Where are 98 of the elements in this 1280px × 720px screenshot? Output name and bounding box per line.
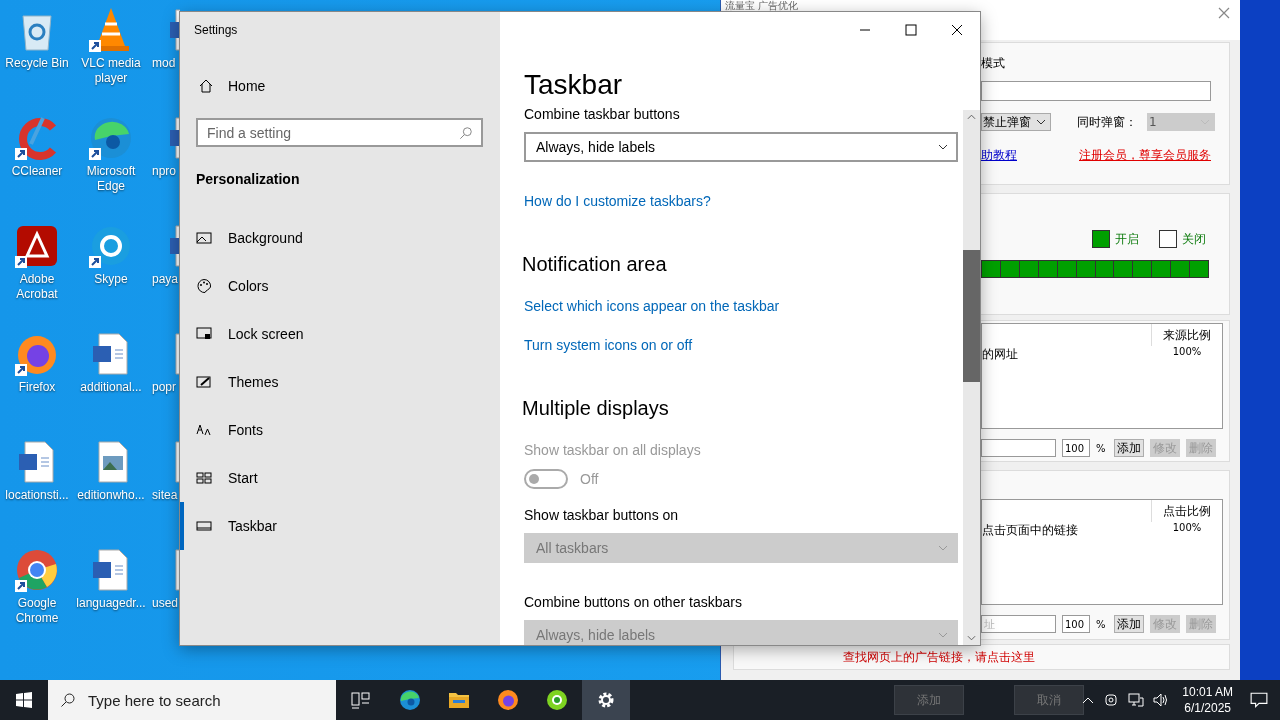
find-ads-link[interactable]: 查找网页上的广告链接，请点击这里 [843, 648, 1229, 666]
icon-label: CCleaner [10, 164, 64, 179]
chevron-down-icon [938, 545, 948, 551]
ratio-input[interactable]: 100 [1062, 439, 1090, 457]
icon-label: paya [152, 272, 179, 287]
list-cell: 的网址 [982, 346, 1018, 363]
icon-label: Adobe Acrobat [15, 272, 59, 302]
icon-label: Microsoft Edge [85, 164, 137, 194]
app-icon [398, 688, 422, 712]
checkbox-label: 关闭 [1182, 230, 1206, 248]
list-button[interactable]: 添加 [1114, 615, 1144, 633]
popup-count-select[interactable]: 1 [1147, 113, 1215, 131]
icon-label: npro [152, 164, 177, 179]
list-cell: 点击页面中的链接 [982, 522, 1078, 539]
icon-label: VLC media player [80, 56, 142, 86]
setting-label: Combine buttons on other taskbars [524, 593, 743, 612]
app-icon [545, 688, 569, 712]
chevron-up-icon[interactable] [1082, 696, 1095, 704]
icon-label: languagedr... [75, 596, 147, 611]
search-icon [60, 692, 76, 708]
icon-label: mod [152, 56, 176, 71]
url-input[interactable]: 址 [981, 615, 1056, 633]
volume-icon[interactable] [1153, 692, 1170, 708]
scroll-up-icon[interactable] [967, 114, 976, 120]
column-header: 来源比例 [1151, 324, 1222, 346]
popup-count-label: 同时弹窗： [1077, 113, 1137, 131]
lock-icon [196, 326, 212, 342]
checkbox[interactable] [1092, 230, 1110, 248]
clock[interactable]: 10:01 AM 6/1/2025 [1182, 684, 1233, 716]
icon-label: popr [152, 380, 177, 395]
camera-icon[interactable] [1103, 692, 1120, 708]
page-title: Taskbar [524, 68, 624, 102]
window-title: Settings [194, 22, 239, 39]
list-button[interactable]: 添加 [1114, 439, 1144, 457]
nav-item[interactable]: Fonts [180, 406, 500, 454]
icon-label: Recycle Bin [4, 56, 70, 71]
column-header: 点击比例 [1151, 500, 1222, 522]
themes-icon [196, 374, 212, 390]
home-icon [198, 78, 214, 94]
nav-item[interactable]: Colors [180, 262, 500, 310]
window-title: 流量宝 广告优化 [725, 0, 799, 11]
icon-label: sitea [152, 488, 178, 503]
icon-label: Google Chrome [14, 596, 60, 626]
setting-label: Show taskbar on all displays [524, 441, 702, 460]
settings-link[interactable]: How do I customize taskbars? [524, 193, 711, 209]
home-link[interactable]: Home [198, 66, 500, 106]
icon-label: used [152, 596, 179, 611]
member-link[interactable]: 注册会员，尊享会员服务 [1079, 147, 1211, 164]
mode-label: 模式 [981, 55, 1006, 71]
nav-item[interactable]: Lock screen [180, 310, 500, 358]
percent-label: % [1096, 618, 1107, 630]
url-input[interactable] [981, 81, 1211, 101]
scrollbar-thumb[interactable] [963, 250, 980, 382]
help-link[interactable]: 助教程 [981, 147, 1017, 164]
nav-item[interactable]: Themes [180, 358, 500, 406]
taskbar-button[interactable] [582, 680, 630, 720]
start-icon [196, 470, 212, 486]
nav-item[interactable]: Background [180, 214, 500, 262]
scroll-down-icon[interactable] [967, 635, 976, 641]
setting-label: Combine taskbar buttons [524, 105, 681, 124]
ratio-input[interactable]: 100 [1062, 615, 1090, 633]
search-field[interactable]: Find a setting [196, 118, 483, 147]
icon-label: Firefox [17, 380, 57, 395]
chevron-down-icon [938, 632, 948, 638]
icon-label: additional... [79, 380, 143, 395]
chevron-down-icon [938, 144, 948, 150]
settings-link[interactable]: Turn system icons on or off [524, 337, 693, 353]
taskbar-icon [196, 518, 212, 534]
scrollbar[interactable] [963, 110, 980, 645]
chevron-down-icon [1036, 119, 1046, 125]
section-title: Personalization [196, 170, 301, 189]
icon-label: locationsti... [4, 488, 70, 503]
popup-select[interactable]: 禁止弹窗 [981, 113, 1051, 131]
url-input[interactable] [981, 439, 1056, 457]
list-cell-text: 100% [1171, 522, 1203, 535]
section-heading: Multiple displays [522, 396, 670, 421]
close-icon[interactable] [1218, 7, 1230, 19]
icon-label: Skype [93, 272, 129, 287]
checkbox-label: 开启 [1115, 230, 1139, 248]
section-heading: Notification area [522, 252, 668, 277]
background-icon [196, 230, 212, 246]
checkbox[interactable] [1159, 230, 1177, 248]
dropdown[interactable]: Always, hide labels [524, 132, 958, 162]
icon-label: editionwho... [76, 488, 146, 503]
network-icon[interactable] [1128, 692, 1145, 708]
nav-item[interactable]: Start [180, 454, 500, 502]
search-field[interactable]: Type here to search [48, 680, 336, 720]
app-icon [496, 688, 520, 712]
fonts-icon [196, 422, 212, 438]
percent-label: % [1096, 442, 1107, 454]
toggle-label: Off [580, 471, 599, 487]
setting-label: Show taskbar buttons on [524, 506, 680, 525]
start-icon[interactable] [16, 692, 32, 708]
search-icon [459, 126, 473, 140]
list-cell-text: 100% [1171, 346, 1203, 359]
colors-icon [196, 278, 212, 294]
notification-icon[interactable] [1250, 691, 1268, 709]
settings-link[interactable]: Select which icons appear on the taskbar [524, 298, 780, 314]
